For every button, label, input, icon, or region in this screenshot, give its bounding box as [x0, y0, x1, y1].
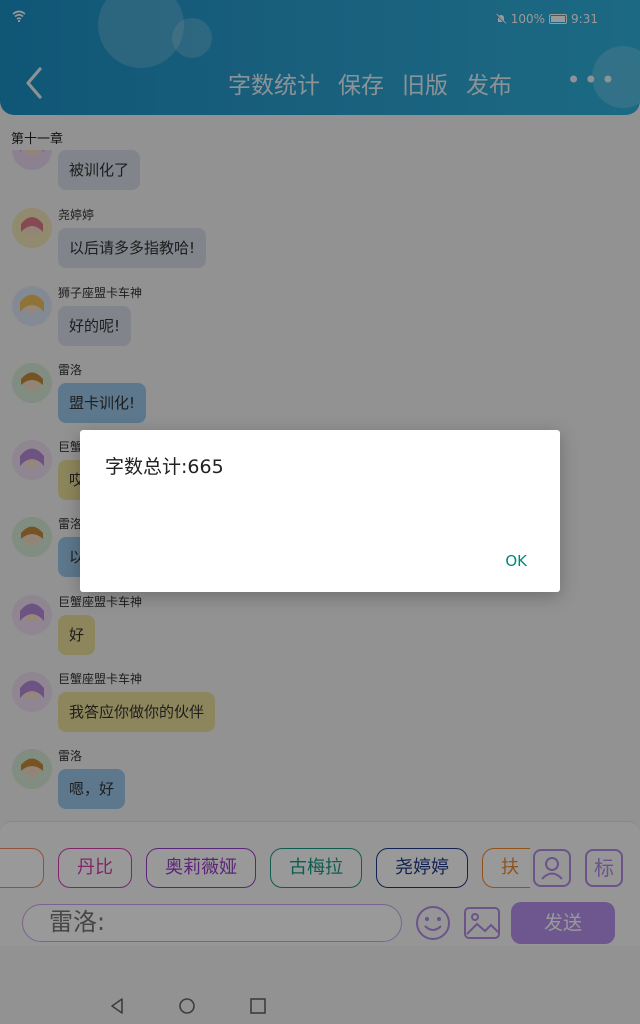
dialog-ok-button[interactable]: OK — [505, 552, 527, 570]
word-count-dialog: 字数总计:665 OK — [80, 430, 560, 592]
dialog-message: 字数总计:665 — [105, 456, 224, 478]
